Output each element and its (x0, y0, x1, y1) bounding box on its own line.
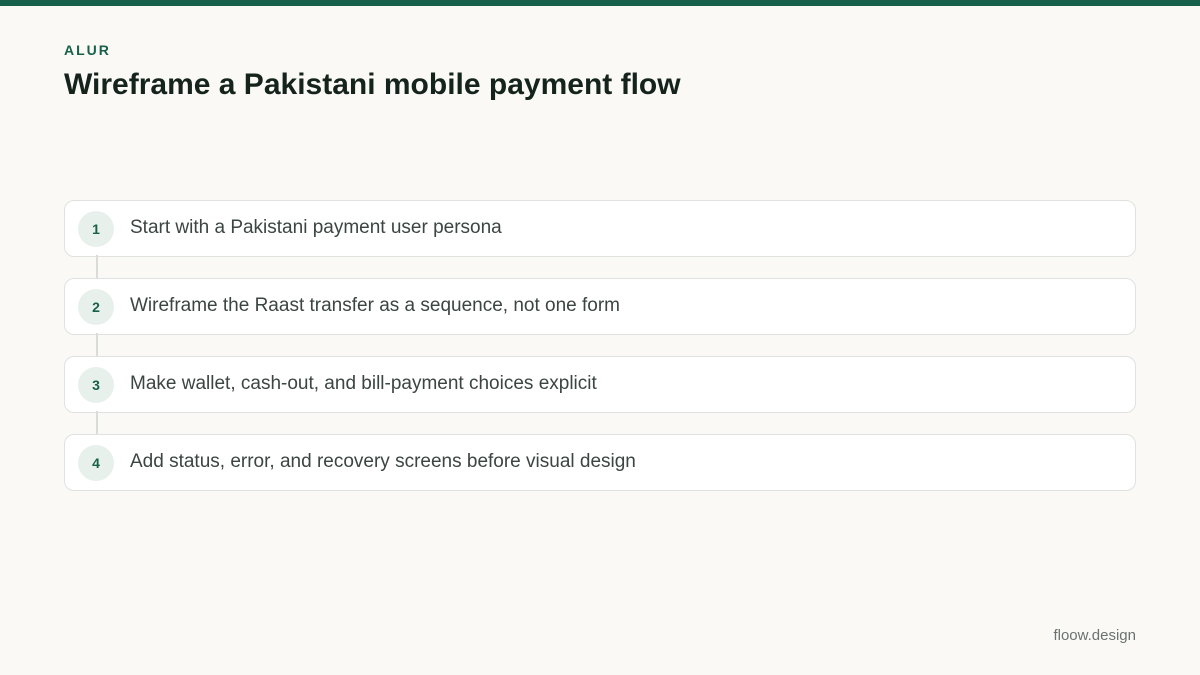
eyebrow-label: ALUR (64, 42, 111, 58)
step-number-badge: 1 (78, 211, 114, 247)
step-item-4: 4 Add status, error, and recovery screen… (64, 434, 1136, 491)
step-number-badge: 3 (78, 367, 114, 403)
step-text: Add status, error, and recovery screens … (130, 451, 636, 472)
step-text: Start with a Pakistani payment user pers… (130, 217, 502, 238)
step-text: Make wallet, cash-out, and bill-payment … (130, 373, 597, 394)
step-connector (96, 255, 98, 279)
steps-list: 1 Start with a Pakistani payment user pe… (64, 200, 1136, 491)
page-title: Wireframe a Pakistani mobile payment flo… (64, 68, 681, 101)
step-connector (96, 411, 98, 435)
step-number-badge: 2 (78, 289, 114, 325)
step-number-badge: 4 (78, 445, 114, 481)
step-connector (96, 333, 98, 357)
step-text: Wireframe the Raast transfer as a sequen… (130, 295, 621, 316)
footer-brand: floow.design (1053, 627, 1136, 644)
top-accent-bar (0, 0, 1200, 6)
step-item-3: 3 Make wallet, cash-out, and bill-paymen… (64, 356, 1136, 435)
step-item-1: 1 Start with a Pakistani payment user pe… (64, 200, 1136, 279)
step-item-2: 2 Wireframe the Raast transfer as a sequ… (64, 278, 1136, 357)
